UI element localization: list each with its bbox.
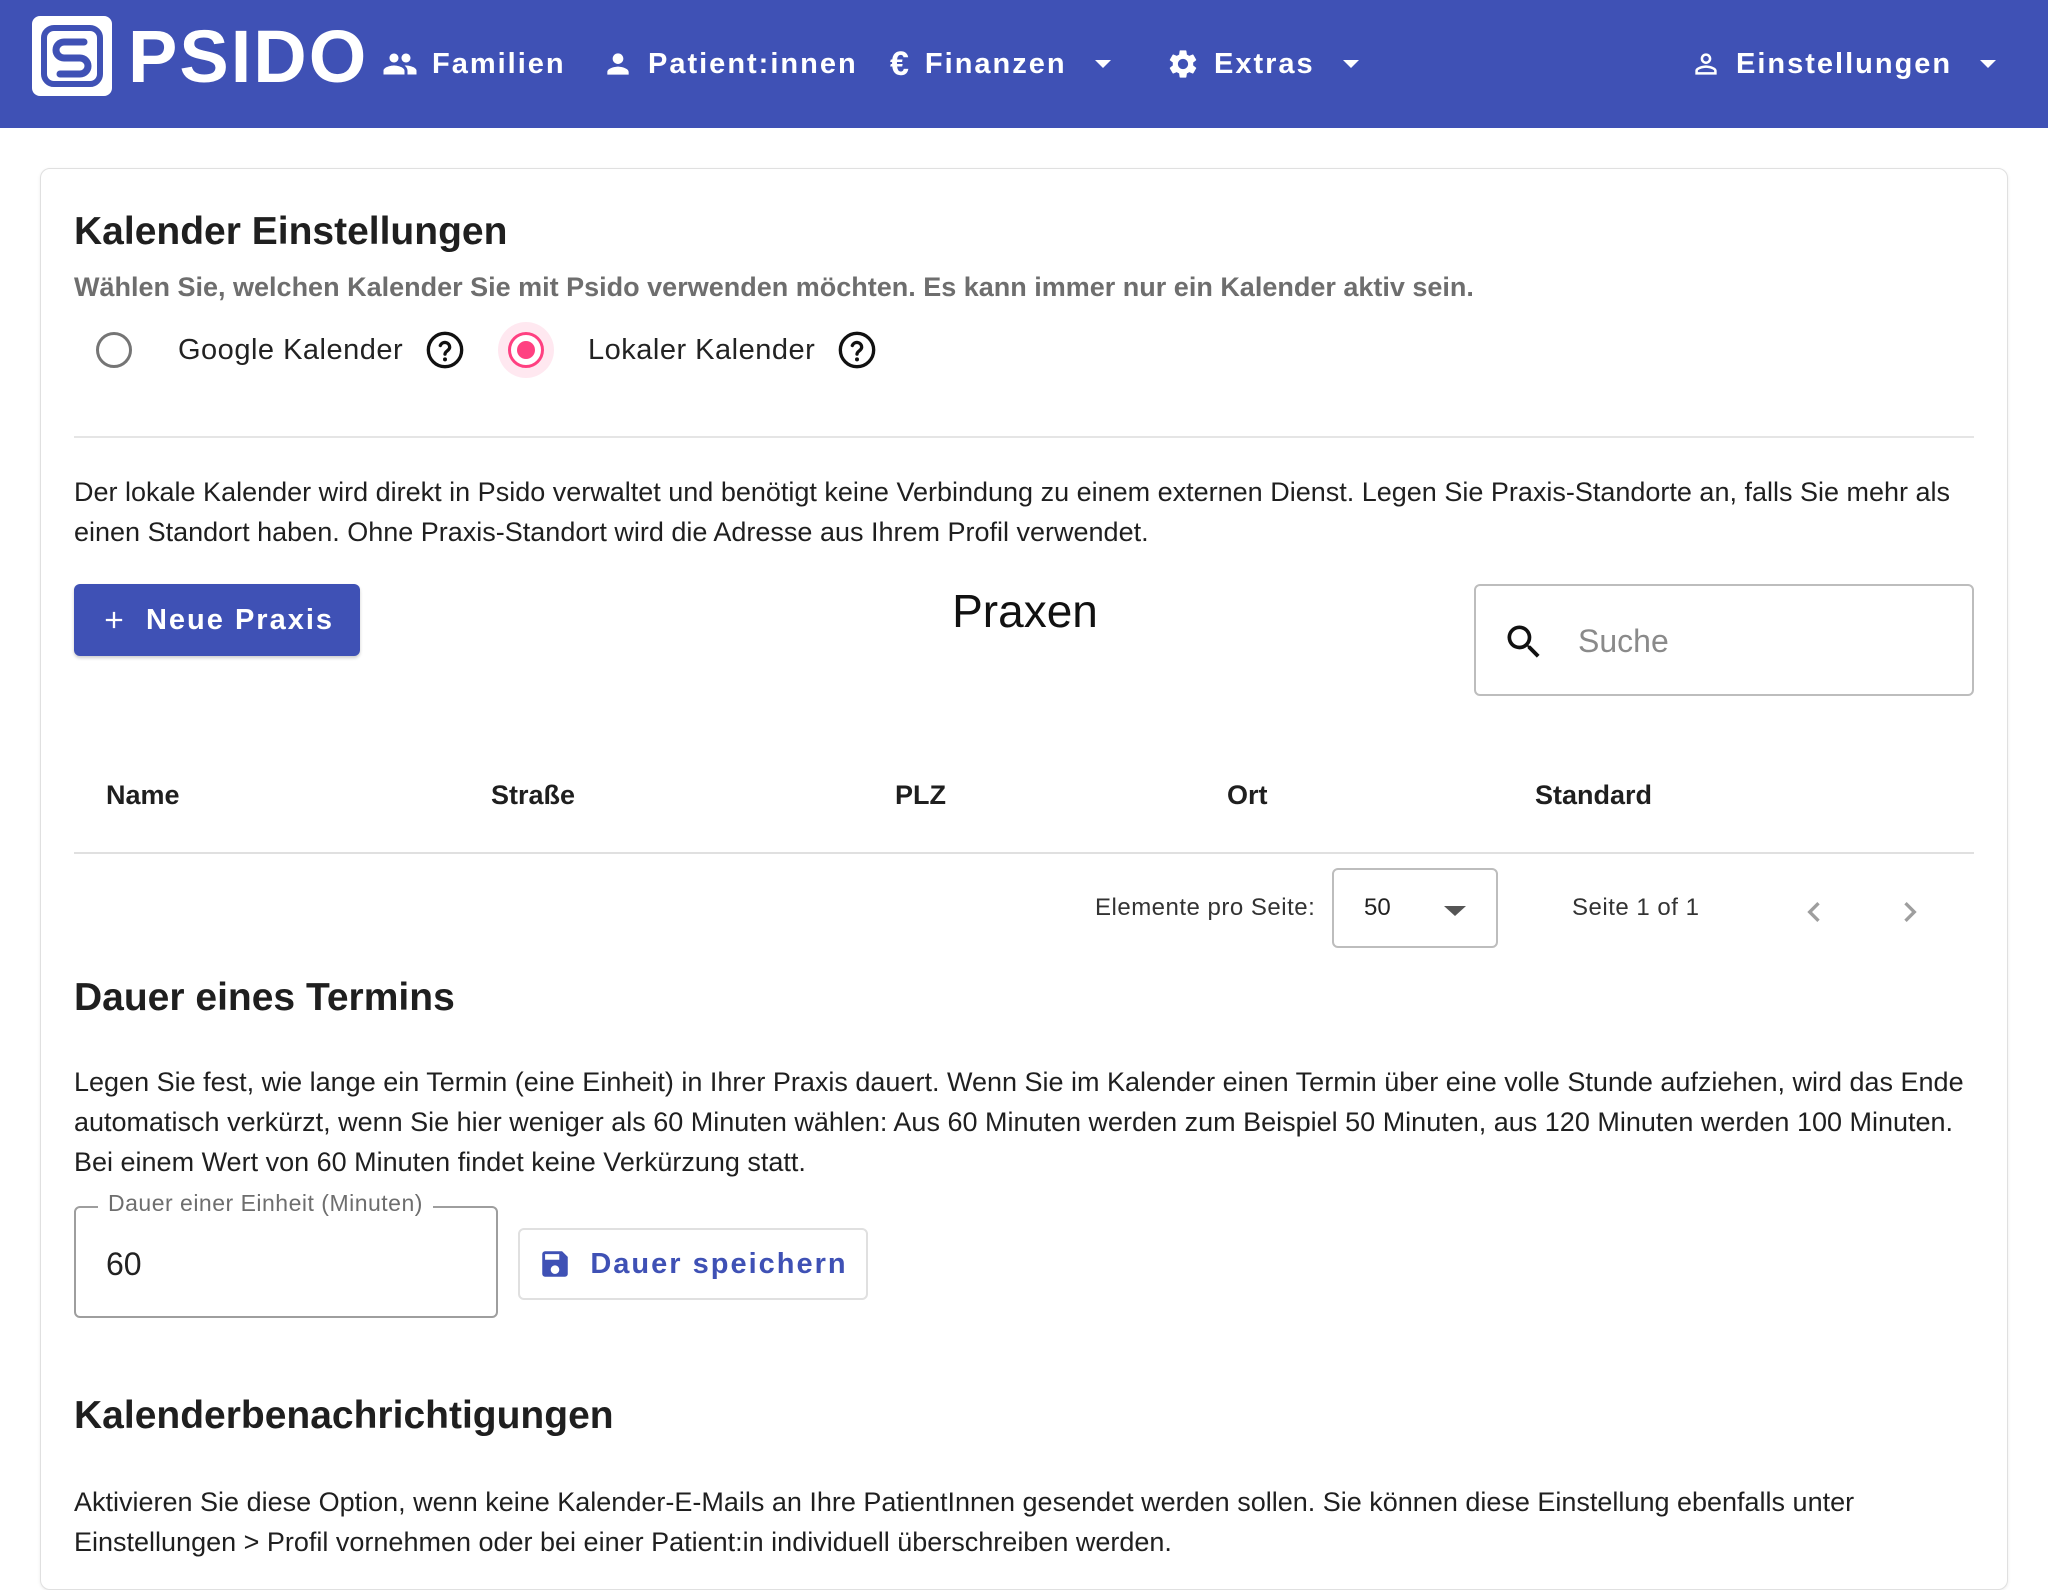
save-duration-button[interactable]: Dauer speichern xyxy=(518,1228,868,1300)
column-header-ort[interactable]: Ort xyxy=(1227,780,1268,811)
nav-einstellungen[interactable]: Einstellungen xyxy=(1690,38,1997,90)
save-duration-label: Dauer speichern xyxy=(590,1247,848,1280)
praxen-title: Praxen xyxy=(952,585,1098,637)
person-icon xyxy=(607,53,629,75)
column-header-standard[interactable]: Standard xyxy=(1535,780,1652,811)
search-icon xyxy=(1507,625,1540,658)
logo-icon xyxy=(41,25,103,87)
nav-familien[interactable]: Familien xyxy=(382,38,566,90)
duration-description: Legen Sie fest, wie lange ein Termin (ei… xyxy=(74,1067,1964,1177)
search-field[interactable] xyxy=(1474,584,1974,696)
duration-field[interactable]: Dauer einer Einheit (Minuten) 60 xyxy=(74,1190,498,1318)
section-divider xyxy=(74,436,1974,438)
duration-field-label: Dauer einer Einheit (Minuten) xyxy=(98,1190,433,1217)
radio-local-calendar[interactable]: Lokaler Kalender xyxy=(508,324,877,376)
app-name[interactable]: PSIDO xyxy=(128,14,368,99)
radio-google-label: Google Kalender xyxy=(178,333,404,366)
search-input[interactable] xyxy=(1576,614,1950,668)
chevron-down-icon xyxy=(1980,60,1997,68)
radio-button-selected[interactable] xyxy=(508,332,544,368)
column-header-plz[interactable]: PLZ xyxy=(895,780,946,811)
dropdown-arrow-icon xyxy=(1444,906,1466,916)
nav-patienten-label: Patient:innen xyxy=(648,47,858,80)
nav-finanzen[interactable]: € Finanzen xyxy=(890,38,1111,90)
nav-patienten[interactable]: Patient:innen xyxy=(602,38,858,90)
settings-card xyxy=(40,168,2008,1590)
table-divider xyxy=(74,852,1974,854)
items-per-page-select[interactable]: 50 xyxy=(1332,868,1498,948)
plus-icon xyxy=(105,611,123,629)
calendar-settings-subtitle: Wählen Sie, welchen Kalender Sie mit Psi… xyxy=(74,272,1474,302)
people-icon xyxy=(383,53,417,75)
nav-einstellungen-label: Einstellungen xyxy=(1736,47,1953,80)
chevron-left-icon[interactable] xyxy=(1794,892,1834,932)
nav-extras[interactable]: Extras xyxy=(1166,38,1359,90)
chevron-down-icon xyxy=(1342,60,1359,68)
radio-local-label: Lokaler Kalender xyxy=(588,333,816,366)
new-praxis-button[interactable]: Neue Praxis xyxy=(74,584,360,656)
help-icon[interactable] xyxy=(837,330,877,370)
psido-logo[interactable] xyxy=(32,16,112,96)
notifications-title: Kalenderbenachrichtigungen xyxy=(74,1394,614,1437)
top-app-bar: PSIDO Familien Patient:innen € Finanzen … xyxy=(0,0,2048,128)
help-icon[interactable] xyxy=(425,330,465,370)
column-header-strasse[interactable]: Straße xyxy=(491,780,575,811)
chevron-right-icon[interactable] xyxy=(1890,892,1930,932)
gear-icon xyxy=(1169,50,1197,78)
nav-familien-label: Familien xyxy=(432,47,566,80)
local-calendar-description: Der lokale Kalender wird direkt in Psido… xyxy=(74,477,1951,547)
duration-input[interactable]: 60 xyxy=(106,1246,142,1283)
items-per-page-value: 50 xyxy=(1364,894,1391,921)
calendar-settings-title: Kalender Einstellungen xyxy=(74,210,508,253)
new-praxis-label: Neue Praxis xyxy=(145,603,335,636)
euro-icon: € xyxy=(890,44,911,83)
duration-title: Dauer eines Termins xyxy=(74,976,455,1019)
radio-google-calendar[interactable]: Google Kalender xyxy=(96,324,465,376)
column-header-name[interactable]: Name xyxy=(106,780,180,811)
nav-extras-label: Extras xyxy=(1214,47,1315,80)
nav-finanzen-label: Finanzen xyxy=(924,47,1067,80)
notifications-description: Aktivieren Sie diese Option, wenn keine … xyxy=(74,1487,1855,1557)
save-icon xyxy=(542,1251,569,1277)
person-outline-icon xyxy=(1695,53,1717,75)
radio-button[interactable] xyxy=(96,332,132,368)
items-per-page-label: Elemente pro Seite: xyxy=(1095,894,1316,921)
page-indicator: Seite 1 of 1 xyxy=(1572,894,1700,921)
chevron-down-icon xyxy=(1094,60,1111,68)
